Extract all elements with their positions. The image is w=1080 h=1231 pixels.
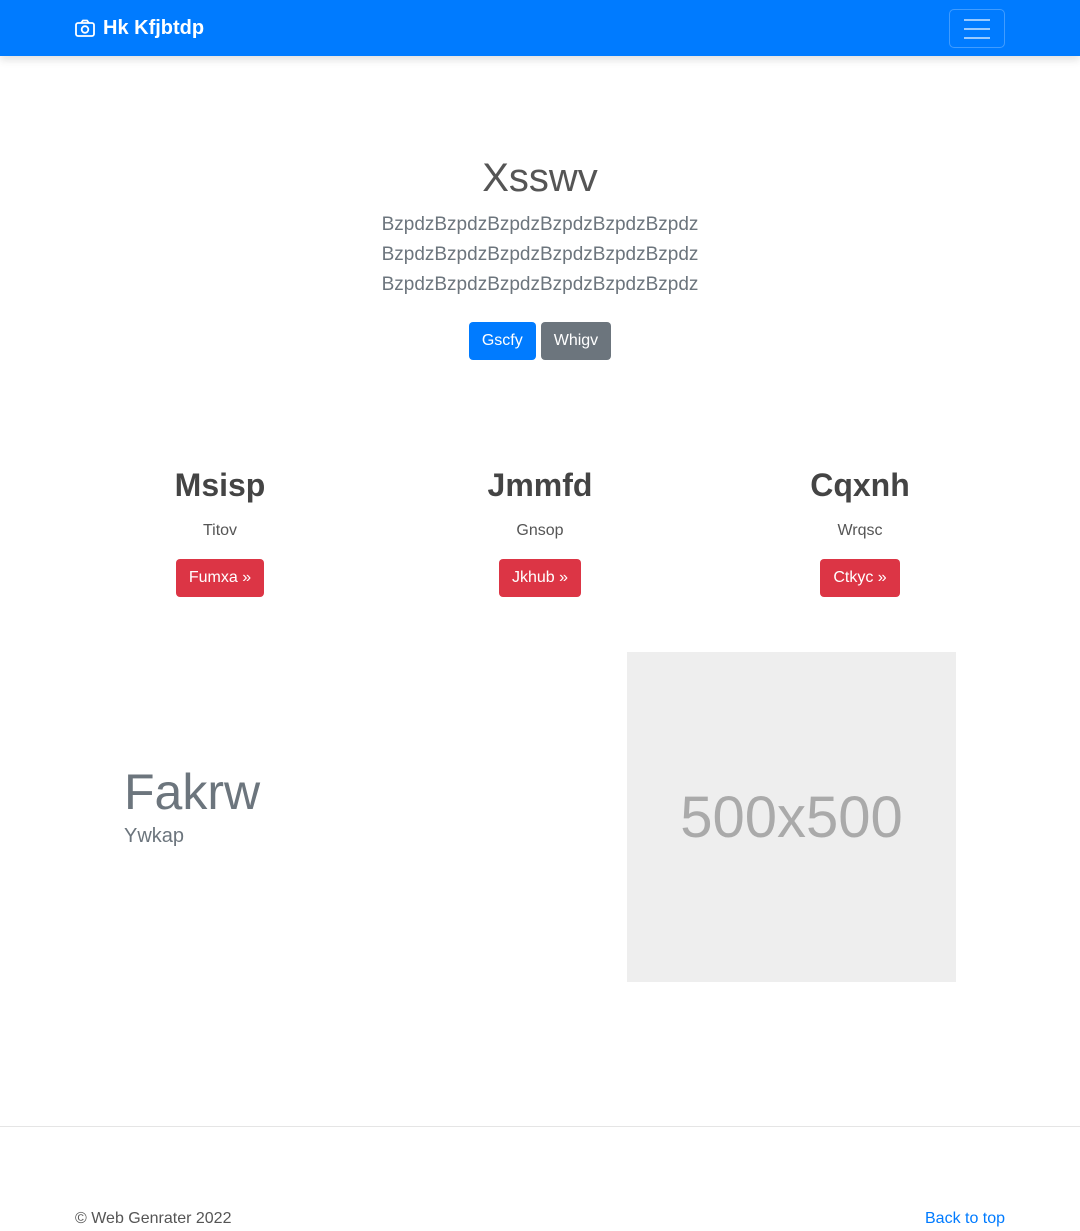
- featurette-subheading: Ywkap: [124, 825, 185, 847]
- hamburger-menu-icon: [964, 18, 990, 21]
- hamburger-bar: [964, 27, 990, 30]
- hero-lead: BzpdzBzpdzBzpdzBzpdzBzpdzBzpdzBzpdzBzpdz…: [381, 214, 699, 295]
- hamburger-bar: [964, 36, 990, 39]
- feature-title: Msisp: [174, 467, 266, 503]
- feature-text: Gnsop: [516, 522, 564, 539]
- feature-column: Cqxnh Wrqsc Ctkyc »: [700, 465, 1020, 597]
- feature-text: Titov: [202, 522, 238, 539]
- brand-link[interactable]: Hk Kfjbtdp: [75, 14, 204, 42]
- back-to-top-link[interactable]: Back to top: [925, 1210, 1005, 1228]
- features-row: Msisp Titov Fumxa » Jmmfd Gnsop Jkhub » …: [60, 465, 1020, 597]
- featurette-text: Fakrw Ywkap: [124, 762, 260, 850]
- hero-buttons: Gscfy Whigv: [0, 322, 1080, 360]
- navbar: Hk Kfjbtdp: [0, 0, 1080, 56]
- featurette-heading: Fakrw: [124, 764, 261, 820]
- feature-button[interactable]: Jkhub »: [498, 559, 582, 597]
- camera-icon: [75, 19, 95, 37]
- feature-button[interactable]: Ctkyc »: [820, 559, 900, 597]
- hero-secondary-button[interactable]: Whigv: [540, 322, 612, 360]
- feature-title: Cqxnh: [810, 467, 910, 503]
- feature-text: Wrqsc: [837, 522, 883, 539]
- feature-button[interactable]: Fumxa »: [175, 559, 265, 597]
- hero-primary-button[interactable]: Gscfy: [468, 322, 536, 360]
- hero-section: Xsswv BzpdzBzpdzBzpdzBzpdzBzpdzBzpdzBzpd…: [0, 150, 1080, 360]
- footer-divider: [0, 1126, 1080, 1127]
- featurette-section: Fakrw Ywkap 500x500: [0, 652, 1080, 982]
- feature-title: Jmmfd: [487, 467, 593, 503]
- navbar-toggler-button[interactable]: [949, 9, 1005, 48]
- placeholder-image: 500x500: [627, 652, 956, 982]
- footer-copyright: © Web Genrater 2022: [75, 1210, 232, 1227]
- placeholder-image-label: 500x500: [680, 784, 903, 850]
- brand-name: Hk Kfjbtdp: [103, 16, 205, 39]
- feature-column: Jmmfd Gnsop Jkhub »: [380, 465, 700, 597]
- hero-title: Xsswv: [482, 156, 598, 200]
- feature-column: Msisp Titov Fumxa »: [60, 465, 380, 597]
